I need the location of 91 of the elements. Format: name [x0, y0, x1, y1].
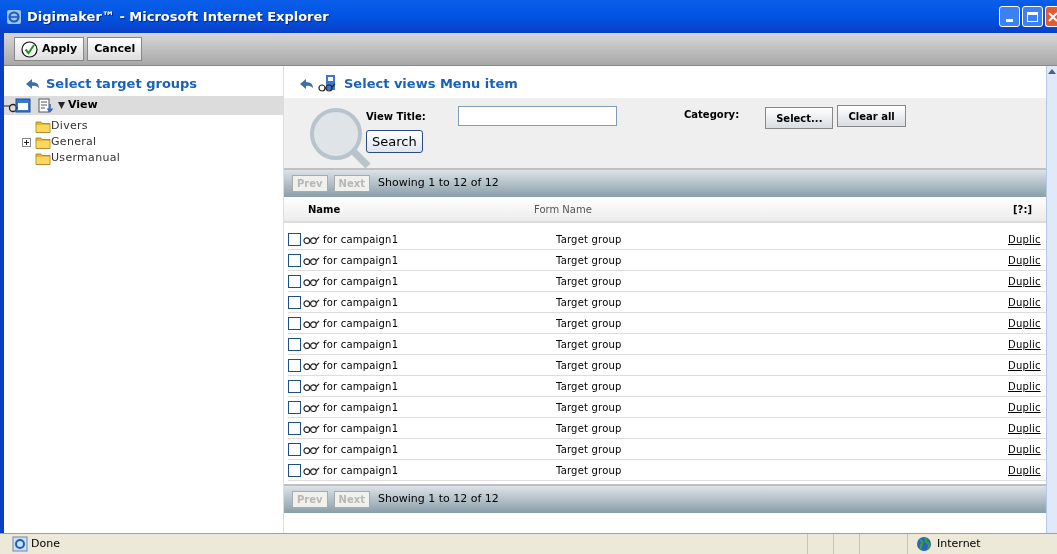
- table-cell-text: for campaign1: [323, 379, 400, 394]
- row-checkbox[interactable]: [288, 274, 301, 288]
- table-cell-text: Target group: [556, 400, 623, 415]
- duplicate-link[interactable]: Duplic: [1008, 357, 1046, 373]
- panel-title: Select target groups: [46, 75, 198, 94]
- row-checkbox[interactable]: [288, 295, 301, 309]
- table-cell-text: for campaign1: [323, 463, 400, 478]
- duplicate-link[interactable]: Duplic: [1008, 441, 1046, 457]
- browser-icon: [12, 536, 28, 552]
- duplicate-link[interactable]: Duplic: [1008, 462, 1046, 478]
- tree-header-label: View: [68, 97, 98, 114]
- pager-text: Showing 1 to 12 of 12: [377, 491, 499, 508]
- row-checkbox[interactable]: [288, 358, 301, 372]
- column-header: Name: [307, 202, 342, 217]
- row-checkbox[interactable]: [288, 421, 301, 435]
- table-cell-text: for campaign1: [323, 253, 400, 268]
- maximize-icon: [1027, 11, 1038, 22]
- tree-item[interactable]: Divers: [51, 117, 88, 135]
- scrollbar[interactable]: [1046, 66, 1057, 533]
- zone-text: Internet: [937, 535, 981, 552]
- pager-text: Showing 1 to 12 of 12: [377, 175, 499, 192]
- table-cell-text: for campaign1: [323, 421, 400, 436]
- row-checkbox[interactable]: [288, 337, 301, 351]
- close-button[interactable]: [1045, 6, 1057, 27]
- table-cell-text: Target group: [556, 421, 623, 436]
- minimize-icon: [1006, 19, 1013, 22]
- row-checkbox[interactable]: [288, 316, 301, 330]
- check-icon: [21, 40, 38, 58]
- panel-title: Select views Menu item: [344, 75, 518, 94]
- table-cell-text: Target group: [556, 463, 623, 478]
- table-cell-text: Target group: [556, 316, 623, 331]
- window-title: Digimaker™ - Microsoft Internet Explorer: [27, 7, 329, 26]
- table-cell-text: Target group: [556, 358, 623, 373]
- maximize-button[interactable]: [1022, 6, 1043, 27]
- row-checkbox[interactable]: [288, 400, 301, 414]
- folder-icon: [35, 150, 51, 166]
- triangle-icon: [58, 102, 65, 109]
- row-checkbox[interactable]: [288, 463, 301, 477]
- field-label: Category:: [684, 108, 740, 122]
- table-cell-text: for campaign1: [323, 232, 400, 247]
- duplicate-link[interactable]: Duplic: [1008, 336, 1046, 352]
- row-checkbox[interactable]: [288, 442, 301, 456]
- back-arrow-icon: [24, 77, 40, 91]
- table-cell-text: Target group: [556, 442, 623, 457]
- back-arrow-icon: [298, 77, 314, 91]
- browser-icon: [6, 8, 22, 25]
- row-checkbox[interactable]: [288, 379, 301, 393]
- duplicate-link[interactable]: Duplic: [1008, 273, 1046, 289]
- row-checkbox[interactable]: [288, 253, 301, 267]
- table-cell-text: for campaign1: [323, 400, 400, 415]
- table-cell-text: Target group: [556, 253, 623, 268]
- folder-icon: [35, 134, 51, 150]
- column-header: [?:]: [1013, 202, 1033, 217]
- expand-toggle[interactable]: [22, 137, 31, 147]
- clear-all-button[interactable]: Clear all: [837, 105, 906, 127]
- column-header: Form Name: [534, 202, 593, 217]
- table-cell-text: Target group: [556, 379, 623, 394]
- close-icon: [1048, 11, 1057, 22]
- duplicate-link[interactable]: Duplic: [1008, 252, 1046, 268]
- table-cell-text: Target group: [556, 337, 623, 352]
- scroll-up-icon: [1048, 68, 1056, 74]
- duplicate-link[interactable]: Duplic: [1008, 378, 1046, 394]
- table-cell-text: Target group: [556, 274, 623, 289]
- search-button[interactable]: Search: [366, 130, 423, 153]
- toolbar-button[interactable]: Apply: [14, 37, 85, 61]
- status-text: Done: [31, 535, 60, 552]
- select-button[interactable]: Select...: [765, 107, 834, 129]
- table-cell-text: for campaign1: [323, 295, 400, 310]
- tree-item[interactable]: General: [51, 133, 97, 151]
- globe-icon: [916, 536, 932, 552]
- table-cell-text: for campaign1: [323, 442, 400, 457]
- duplicate-link[interactable]: Duplic: [1008, 231, 1046, 247]
- folder-icon: [35, 118, 51, 134]
- table-cell-text: for campaign1: [323, 358, 400, 373]
- tree-item[interactable]: Usermanual: [51, 149, 121, 167]
- duplicate-link[interactable]: Duplic: [1008, 315, 1046, 331]
- table-cell-text: for campaign1: [323, 316, 400, 331]
- table-cell-text: for campaign1: [323, 337, 400, 352]
- plus-icon: [24, 139, 29, 145]
- duplicate-link[interactable]: Duplic: [1008, 420, 1046, 436]
- minimize-button[interactable]: [999, 6, 1020, 27]
- toolbar-button[interactable]: Cancel: [87, 37, 143, 61]
- document-icon: [38, 97, 54, 114]
- table-cell-text: Target group: [556, 295, 623, 310]
- row-checkbox[interactable]: [288, 232, 301, 246]
- duplicate-link[interactable]: Duplic: [1008, 294, 1046, 310]
- view-title-input[interactable]: [458, 106, 617, 126]
- table-cell-text: Target group: [556, 232, 623, 247]
- duplicate-link[interactable]: Duplic: [1008, 399, 1046, 415]
- table-cell-text: for campaign1: [323, 274, 400, 289]
- field-label: View Title:: [366, 109, 427, 124]
